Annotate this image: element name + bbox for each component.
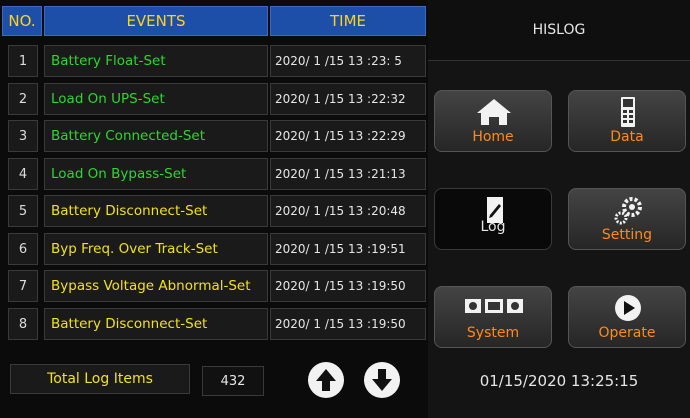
event-cell: Battery Disconnect-Set bbox=[44, 195, 268, 227]
log-button[interactable]: Log bbox=[434, 188, 552, 250]
time-cell: 2020/ 1 /15 13 :19:50 bbox=[270, 308, 426, 340]
arrow-up-icon[interactable] bbox=[308, 362, 344, 398]
row-number: 6 bbox=[8, 233, 38, 265]
event-cell: Load On Bypass-Set bbox=[44, 158, 268, 190]
arrow-up-glyph bbox=[316, 369, 336, 391]
arrow-down-glyph bbox=[372, 369, 392, 391]
event-cell: Bypass Voltage Abnormal-Set bbox=[44, 270, 268, 302]
row-number: 8 bbox=[8, 308, 38, 340]
event-cell: Battery Connected-Set bbox=[44, 120, 268, 152]
setting-button-label: Setting bbox=[601, 227, 653, 243]
time-cell: 2020/ 1 /15 13 :20:48 bbox=[270, 195, 426, 227]
event-cell: Battery Disconnect-Set bbox=[44, 308, 268, 340]
time-cell: 2020/ 1 /15 13 :22:29 bbox=[270, 120, 426, 152]
row-number: 7 bbox=[8, 270, 38, 302]
system-button-label: System bbox=[466, 325, 520, 341]
total-log-items-label: Total Log Items bbox=[10, 364, 190, 394]
current-datetime: 01/15/2020 13:25:15 bbox=[479, 372, 639, 390]
time-cell: 2020/ 1 /15 13 :21:13 bbox=[270, 158, 426, 190]
time-cell: 2020/ 1 /15 13 :19:50 bbox=[270, 270, 426, 302]
log-button-label: Log bbox=[480, 219, 506, 235]
header-time: TIME bbox=[270, 6, 426, 36]
row-number: 5 bbox=[8, 195, 38, 227]
header-no: NO. bbox=[2, 6, 42, 36]
operate-button-label: Operate bbox=[598, 325, 656, 341]
data-button[interactable]: Data bbox=[568, 90, 686, 152]
row-number: 3 bbox=[8, 120, 38, 152]
time-cell: 2020/ 1 /15 13 :23: 5 bbox=[270, 45, 426, 77]
event-cell: Battery Float-Set bbox=[44, 45, 268, 77]
home-button-label: Home bbox=[472, 129, 514, 145]
row-number: 1 bbox=[8, 45, 38, 77]
house-icon bbox=[477, 99, 511, 125]
total-log-items-value: 432 bbox=[202, 366, 264, 396]
play-icon bbox=[615, 295, 641, 321]
time-cell: 2020/ 1 /15 13 :22:32 bbox=[270, 83, 426, 115]
arrow-down-icon[interactable] bbox=[364, 362, 400, 398]
log-panel: NO. EVENTS TIME 1 Battery Float-Set 2020/ … bbox=[0, 0, 428, 418]
system-icon bbox=[465, 299, 523, 313]
gears-icon bbox=[614, 197, 642, 225]
operate-button[interactable]: Operate bbox=[568, 286, 686, 348]
home-button[interactable]: Home bbox=[434, 90, 552, 152]
row-number: 2 bbox=[8, 83, 38, 115]
meter-icon bbox=[621, 97, 635, 127]
page-title: HISLOG bbox=[428, 0, 690, 61]
event-cell: Byp Freq. Over Track-Set bbox=[44, 233, 268, 265]
data-button-label: Data bbox=[610, 129, 644, 145]
header-events: EVENTS bbox=[44, 6, 268, 36]
system-button[interactable]: System bbox=[434, 286, 552, 348]
row-number: 4 bbox=[8, 158, 38, 190]
time-cell: 2020/ 1 /15 13 :19:51 bbox=[270, 233, 426, 265]
navigation-panel: HISLOG Home Data Log Setting System Oper… bbox=[428, 0, 690, 418]
setting-button[interactable]: Setting bbox=[568, 188, 686, 250]
event-cell: Load On UPS-Set bbox=[44, 83, 268, 115]
